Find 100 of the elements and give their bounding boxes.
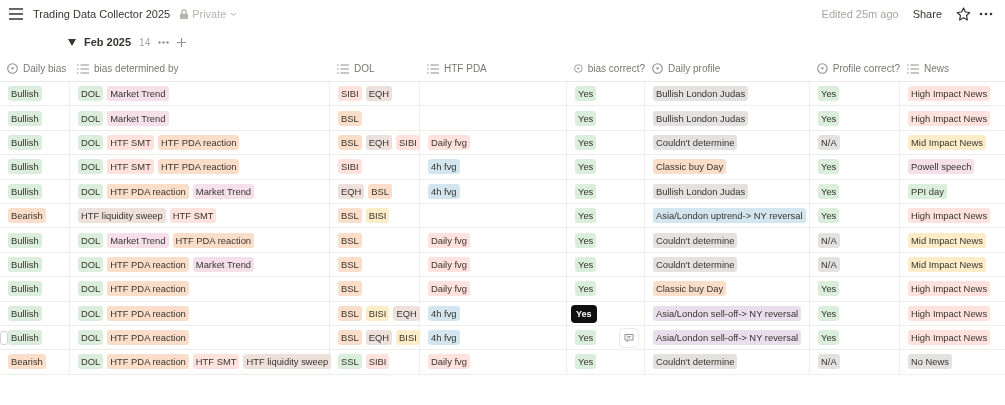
tag: Classic buy Day bbox=[653, 159, 727, 175]
tag: Yes bbox=[818, 86, 840, 102]
tag: DOL bbox=[78, 256, 104, 272]
tag: Market Trend bbox=[107, 110, 169, 126]
tag: BSL bbox=[338, 330, 362, 346]
tag: Yes bbox=[575, 159, 597, 175]
tag: High Impact News bbox=[908, 330, 991, 346]
tag: HTF SMT bbox=[107, 134, 154, 150]
tag: High Impact News bbox=[908, 86, 991, 102]
select-icon bbox=[652, 63, 663, 74]
tag: Couldn't determine bbox=[653, 232, 738, 248]
tag: Yes bbox=[575, 330, 597, 346]
tag: HTF PDA reaction bbox=[107, 281, 189, 297]
column-header[interactable]: bias determined by bbox=[94, 63, 179, 74]
tag: Asia/London uptrend-> NY reversal bbox=[653, 208, 806, 224]
tag: N/A bbox=[818, 256, 840, 272]
comment-icon[interactable] bbox=[619, 327, 639, 348]
tag: BSL bbox=[338, 110, 362, 126]
tag: Daily fvg bbox=[428, 281, 470, 297]
tag: Bullish bbox=[8, 86, 42, 102]
tag: Yes bbox=[575, 86, 597, 102]
tag: BSL bbox=[338, 208, 362, 224]
tag: HTF PDA reaction bbox=[107, 256, 189, 272]
tag: Classic buy Day bbox=[653, 281, 727, 297]
tag: High Impact News bbox=[908, 208, 991, 224]
tag: PPI day bbox=[908, 183, 947, 199]
share-button[interactable]: Share bbox=[906, 6, 948, 22]
column-header[interactable]: HTF PDA bbox=[444, 63, 487, 74]
tag: Bullish London Judas bbox=[653, 86, 749, 102]
tag: Mid Impact News bbox=[908, 134, 986, 150]
tag: BISI bbox=[365, 305, 390, 321]
tag: Yes bbox=[575, 256, 597, 272]
group-count: 14 bbox=[139, 36, 151, 48]
list-icon bbox=[427, 63, 439, 74]
tag: SIBI bbox=[338, 159, 362, 175]
tag: EQH bbox=[365, 86, 393, 102]
tag: HTF PDA reaction bbox=[107, 305, 189, 321]
more-icon[interactable] bbox=[979, 12, 993, 16]
column-header[interactable]: Daily bias bbox=[23, 63, 67, 74]
tag: Market Trend bbox=[192, 256, 255, 272]
tag: Yes bbox=[818, 110, 840, 126]
tag: High Impact News bbox=[908, 281, 991, 297]
column-header[interactable]: DOL bbox=[354, 63, 375, 74]
tag: Mid Impact News bbox=[908, 256, 986, 272]
toggle-icon[interactable] bbox=[68, 38, 76, 46]
tag: High Impact News bbox=[908, 305, 991, 321]
tag: 4h fvg bbox=[428, 183, 460, 199]
lock-icon bbox=[180, 9, 189, 19]
tag: N/A bbox=[818, 354, 840, 370]
tooltip: Yes bbox=[571, 304, 597, 323]
tag: EQH bbox=[393, 305, 420, 321]
tag: Bullish bbox=[8, 281, 42, 297]
column-header[interactable]: bias correct? bbox=[587, 63, 645, 74]
column-header[interactable]: Profile correct? bbox=[832, 63, 900, 74]
tag: Market Trend bbox=[192, 183, 255, 199]
tag: Bullish bbox=[8, 183, 42, 199]
tag: BISI bbox=[365, 208, 390, 224]
tag: Daily fvg bbox=[428, 354, 470, 370]
tag: BSL bbox=[338, 281, 362, 297]
tag: Bullish London Judas bbox=[653, 183, 749, 199]
tag: HTF PDA reaction bbox=[157, 134, 240, 150]
list-icon bbox=[337, 63, 349, 74]
tag: Powell speech bbox=[908, 159, 975, 175]
tag: BSL bbox=[338, 305, 362, 321]
column-header[interactable]: Daily profile bbox=[668, 63, 721, 74]
tag: Couldn't determine bbox=[653, 256, 738, 272]
tag: 4h fvg bbox=[428, 330, 460, 346]
star-icon[interactable] bbox=[956, 7, 971, 21]
tag: Yes bbox=[818, 330, 840, 346]
tag: DOL bbox=[78, 232, 104, 248]
tag: Market Trend bbox=[107, 86, 169, 102]
tag: Yes bbox=[575, 183, 597, 199]
tag: Daily fvg bbox=[428, 256, 470, 272]
select-icon bbox=[574, 63, 583, 74]
tag: Daily fvg bbox=[428, 232, 470, 248]
add-icon[interactable] bbox=[177, 37, 187, 47]
tag: BSL bbox=[338, 256, 362, 272]
tag: Mid Impact News bbox=[908, 232, 986, 248]
select-icon bbox=[817, 63, 828, 74]
tag: DOL bbox=[78, 183, 104, 199]
row-checkbox[interactable] bbox=[0, 330, 8, 345]
menu-icon[interactable] bbox=[9, 8, 23, 20]
list-icon bbox=[907, 63, 919, 74]
tag: Bearish bbox=[8, 354, 46, 370]
tag: Asia/London sell-off-> NY reversal bbox=[653, 330, 802, 346]
tag: HTF SMT bbox=[192, 354, 240, 370]
tag: HTF liquidity sweep bbox=[243, 354, 332, 370]
tag: Yes bbox=[818, 305, 840, 321]
tag: Bullish bbox=[8, 330, 42, 346]
tag: Yes bbox=[818, 208, 840, 224]
tag: BISI bbox=[396, 330, 420, 346]
tag: Couldn't determine bbox=[653, 354, 738, 370]
tag: DOL bbox=[78, 305, 104, 321]
page-title[interactable]: Trading Data Collector 2025 bbox=[33, 8, 171, 20]
tag: HTF liquidity sweep bbox=[78, 208, 166, 224]
tag: No News bbox=[908, 354, 953, 370]
tag: High Impact News bbox=[908, 110, 991, 126]
tag: DOL bbox=[78, 86, 104, 102]
tag: BSL bbox=[368, 183, 393, 199]
column-header[interactable]: News bbox=[924, 63, 949, 74]
